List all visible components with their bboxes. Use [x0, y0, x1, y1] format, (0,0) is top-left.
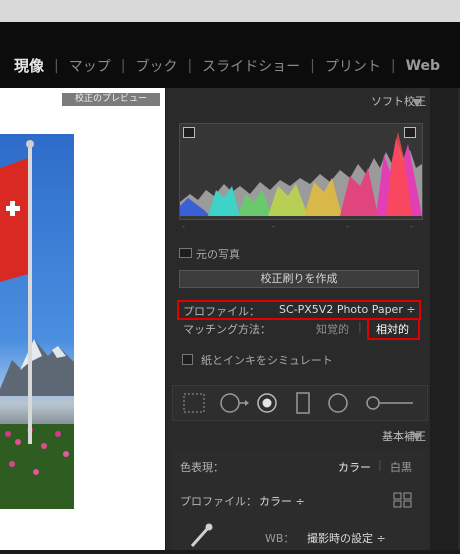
profile-browser-grid-icon[interactable] — [393, 492, 413, 508]
module-separator: | — [187, 57, 193, 74]
develop-tool-strip — [172, 385, 428, 421]
treatment-color-option[interactable]: カラー — [338, 459, 371, 475]
basic-panel-header[interactable]: 基本補正 — [166, 424, 426, 450]
module-separator: | — [120, 57, 126, 74]
original-photo-label: 元の写真 — [196, 248, 240, 261]
histogram-tick: - — [346, 222, 349, 231]
matching-separator: | — [358, 320, 362, 333]
module-nav: 現像 | マップ | ブック | スライドショー | プリント | Web — [14, 55, 440, 76]
treatment-separator: | — [378, 458, 382, 471]
module-separator: | — [310, 57, 315, 74]
module-slideshow[interactable]: スライドショー — [202, 56, 300, 76]
module-develop[interactable]: 現像 — [14, 55, 44, 76]
adjustment-brush-icon — [366, 396, 380, 410]
module-separator: | — [54, 57, 59, 74]
soft-proof-header[interactable]: ソフト校正 — [166, 89, 426, 115]
module-print[interactable]: プリント — [325, 56, 381, 76]
create-proof-button[interactable]: 校正刷りを作成 — [179, 270, 419, 288]
treatment-label: 色表現： — [180, 461, 224, 474]
wb-label: WB： — [265, 532, 295, 545]
graduated-filter-icon — [296, 392, 310, 414]
treatment-bw-option[interactable]: 白黒 — [390, 459, 412, 475]
histogram-tick: - — [410, 222, 413, 231]
histogram-tick: - — [272, 222, 275, 231]
top-bar — [0, 0, 460, 22]
radial-filter-icon — [328, 393, 348, 413]
spot-removal-icon — [220, 393, 240, 413]
crop-tool-icon — [183, 393, 205, 413]
histogram-graph — [180, 132, 422, 216]
original-photo-icon[interactable] — [179, 248, 192, 258]
perceptual-option[interactable]: 知覚的 — [316, 321, 349, 337]
matching-method-label: マッチング方法： — [183, 323, 271, 336]
proof-preview-badge: 校正のプレビュー — [62, 93, 160, 106]
panel-scrollbar[interactable] — [430, 88, 458, 550]
white-balance-eyedropper-icon[interactable] — [186, 520, 216, 550]
module-web[interactable]: Web — [406, 58, 440, 74]
shadow-clipping-icon[interactable] — [183, 127, 195, 138]
photo-preview — [0, 134, 74, 509]
profile-highlight-box — [177, 300, 421, 320]
tool-strip-icons — [183, 392, 413, 414]
simulate-paper-ink-label: 紙とインキをシミュレート — [201, 354, 333, 367]
photo-illustration — [0, 140, 74, 509]
wb-select[interactable]: 撮影時の設定 ÷ — [307, 530, 386, 546]
collapse-triangle-icon[interactable] — [412, 99, 422, 107]
collapse-triangle-icon[interactable] — [412, 433, 422, 441]
basic-profile-label: プロファイル： — [180, 495, 257, 508]
highlight-clipping-icon[interactable] — [404, 127, 416, 138]
histogram-tick: - — [182, 222, 185, 231]
module-separator: | — [390, 57, 396, 74]
histogram — [179, 123, 423, 220]
module-book[interactable]: ブック — [135, 56, 177, 76]
relative-highlight-box — [367, 318, 420, 340]
basic-profile-select[interactable]: カラー ÷ — [259, 493, 305, 509]
module-map[interactable]: マップ — [69, 56, 111, 76]
simulate-paper-ink-checkbox[interactable] — [182, 354, 193, 365]
